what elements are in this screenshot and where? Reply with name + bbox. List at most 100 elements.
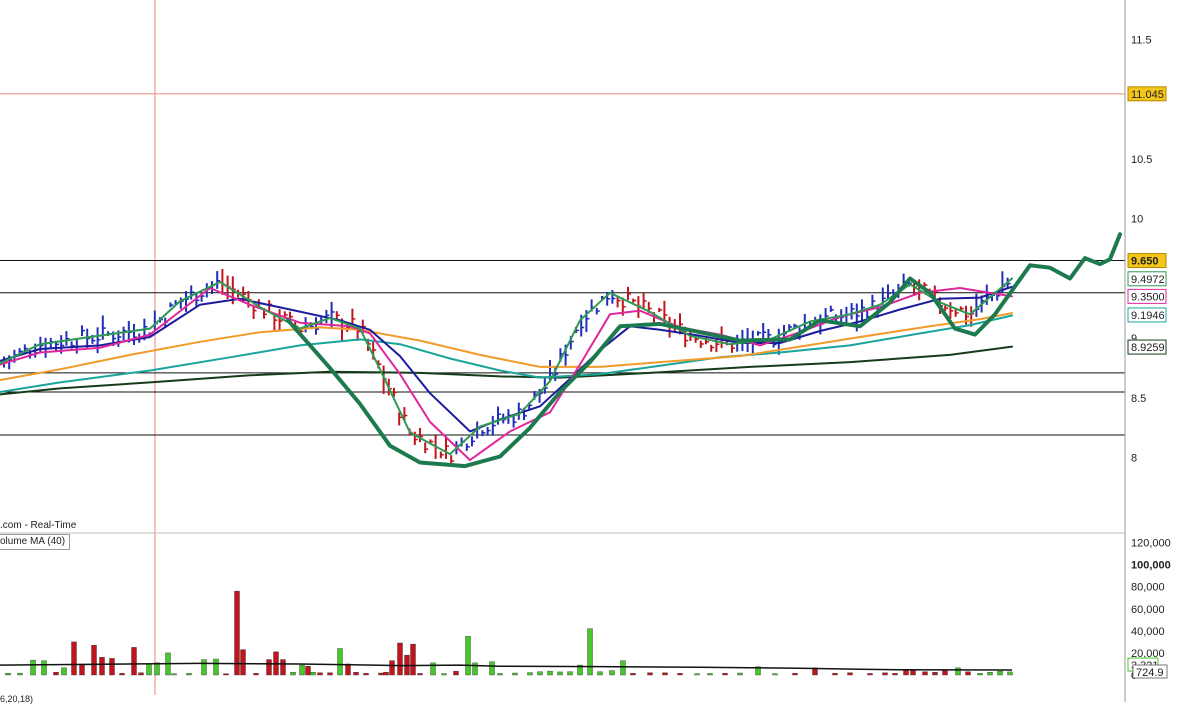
volume-bar — [223, 673, 229, 676]
volume-bar — [597, 671, 603, 676]
volume-bar — [327, 672, 333, 676]
volume-bar — [932, 672, 938, 676]
volume-bar — [154, 662, 160, 676]
price-marker: 9.4972 — [1127, 271, 1167, 287]
volume-bar — [119, 673, 125, 676]
volume-bar — [109, 658, 115, 676]
volume-bar — [465, 636, 471, 676]
price-marker: 11.045 — [1127, 86, 1167, 102]
volume-bar — [131, 647, 137, 676]
volume-bar — [647, 672, 653, 676]
volume-bar — [910, 670, 916, 676]
price-marker-label: 9.650 — [1131, 256, 1159, 268]
volume-bar — [397, 642, 403, 676]
volume-bar — [472, 662, 478, 676]
volume-bar — [337, 648, 343, 676]
price-tick-label: 10 — [1131, 214, 1143, 226]
last-volume-marker: 724.9 — [1132, 664, 1168, 679]
volume-bar — [609, 670, 615, 676]
volume-bar — [410, 643, 416, 676]
volume-bar — [441, 673, 447, 676]
volume-tick-label: 120,000 — [1131, 538, 1171, 550]
volume-bar — [30, 659, 36, 676]
volume-bar — [527, 672, 533, 676]
last-volume-label: 724.9 — [1136, 667, 1164, 679]
volume-bar — [317, 672, 323, 676]
volume-bar — [512, 672, 518, 676]
volume-bar — [79, 664, 85, 676]
volume-bar — [630, 673, 636, 676]
volume-bar — [253, 673, 259, 676]
volume-bar — [186, 673, 192, 676]
volume-bar — [71, 641, 77, 676]
volume-bar — [942, 670, 948, 676]
price-marker-label: 9.3500 — [1131, 291, 1165, 303]
volume-bar — [489, 661, 495, 676]
volume-bar — [41, 660, 47, 676]
volume-bar — [792, 673, 798, 676]
price-tick-label: 10.5 — [1131, 154, 1152, 166]
volume-bar — [965, 671, 971, 676]
volume-bar — [547, 670, 553, 676]
volume-bar — [987, 672, 993, 676]
volume-bar — [694, 673, 700, 676]
volume-bar — [240, 649, 246, 676]
volume-bar — [266, 659, 272, 676]
volume-bar — [383, 672, 389, 676]
price-tick-label: 11.5 — [1131, 34, 1152, 46]
volume-bar — [922, 671, 928, 676]
volume-bar — [99, 657, 105, 676]
volume-bar — [417, 673, 423, 676]
volume-bar — [1007, 671, 1013, 676]
volume-bar — [353, 672, 359, 676]
volume-bar — [707, 673, 713, 676]
volume-bar — [146, 663, 152, 676]
volume-bar — [363, 673, 369, 676]
volume-tick-label: 40,000 — [1131, 626, 1165, 638]
volume-bar — [620, 660, 626, 676]
volume-bar — [53, 672, 59, 676]
volume-bar — [662, 672, 668, 676]
volume-bar — [722, 673, 728, 676]
volume-bar — [171, 673, 177, 676]
volume-bar — [977, 673, 983, 676]
volume-bar — [882, 672, 888, 676]
volume-bar — [567, 671, 573, 676]
price-tick-label: 8.5 — [1131, 393, 1146, 405]
volume-bar — [587, 628, 593, 676]
volume-bar — [557, 671, 563, 676]
volume-bar — [138, 672, 144, 676]
volume-bar — [305, 665, 311, 676]
volume-bar — [497, 673, 503, 676]
data-source-label: .com - Real-Time — [0, 520, 77, 531]
volume-bar — [213, 658, 219, 676]
volume-bar — [737, 672, 743, 676]
volume-indicator-caption[interactable]: olume MA (40) — [0, 534, 71, 550]
volume-bar — [832, 673, 838, 676]
volume-bar — [453, 670, 459, 676]
price-marker-label: 11.045 — [1131, 89, 1164, 101]
price-marker: 9.1946 — [1127, 307, 1167, 323]
volume-tick-label: 60,000 — [1131, 604, 1165, 616]
volume-bar — [5, 673, 11, 676]
volume-bar — [280, 659, 286, 676]
volume-bar — [345, 663, 351, 676]
volume-bar — [892, 673, 898, 676]
volume-bar — [537, 671, 543, 676]
volume-bar — [310, 672, 316, 676]
price-marker: 8.9259 — [1127, 339, 1167, 355]
volume-bar — [91, 644, 97, 676]
volume-bar — [997, 670, 1003, 676]
volume-bar — [201, 659, 207, 676]
volume-bar — [677, 673, 683, 676]
chart-background — [0, 0, 1181, 702]
price-tick-label: 8 — [1131, 453, 1137, 465]
price-marker-label: 9.1946 — [1131, 310, 1165, 322]
stock-chart: 11.510.5108.589 120,000100,00080,00060,0… — [0, 0, 1181, 702]
volume-bar — [17, 672, 23, 676]
volume-bar — [61, 667, 67, 676]
volume-bar — [234, 590, 240, 676]
volume-tick-label: 100,000 — [1131, 560, 1171, 572]
indicator-params-label: 6,20,18) — [0, 694, 34, 704]
price-marker: 9.650 — [1127, 253, 1167, 269]
